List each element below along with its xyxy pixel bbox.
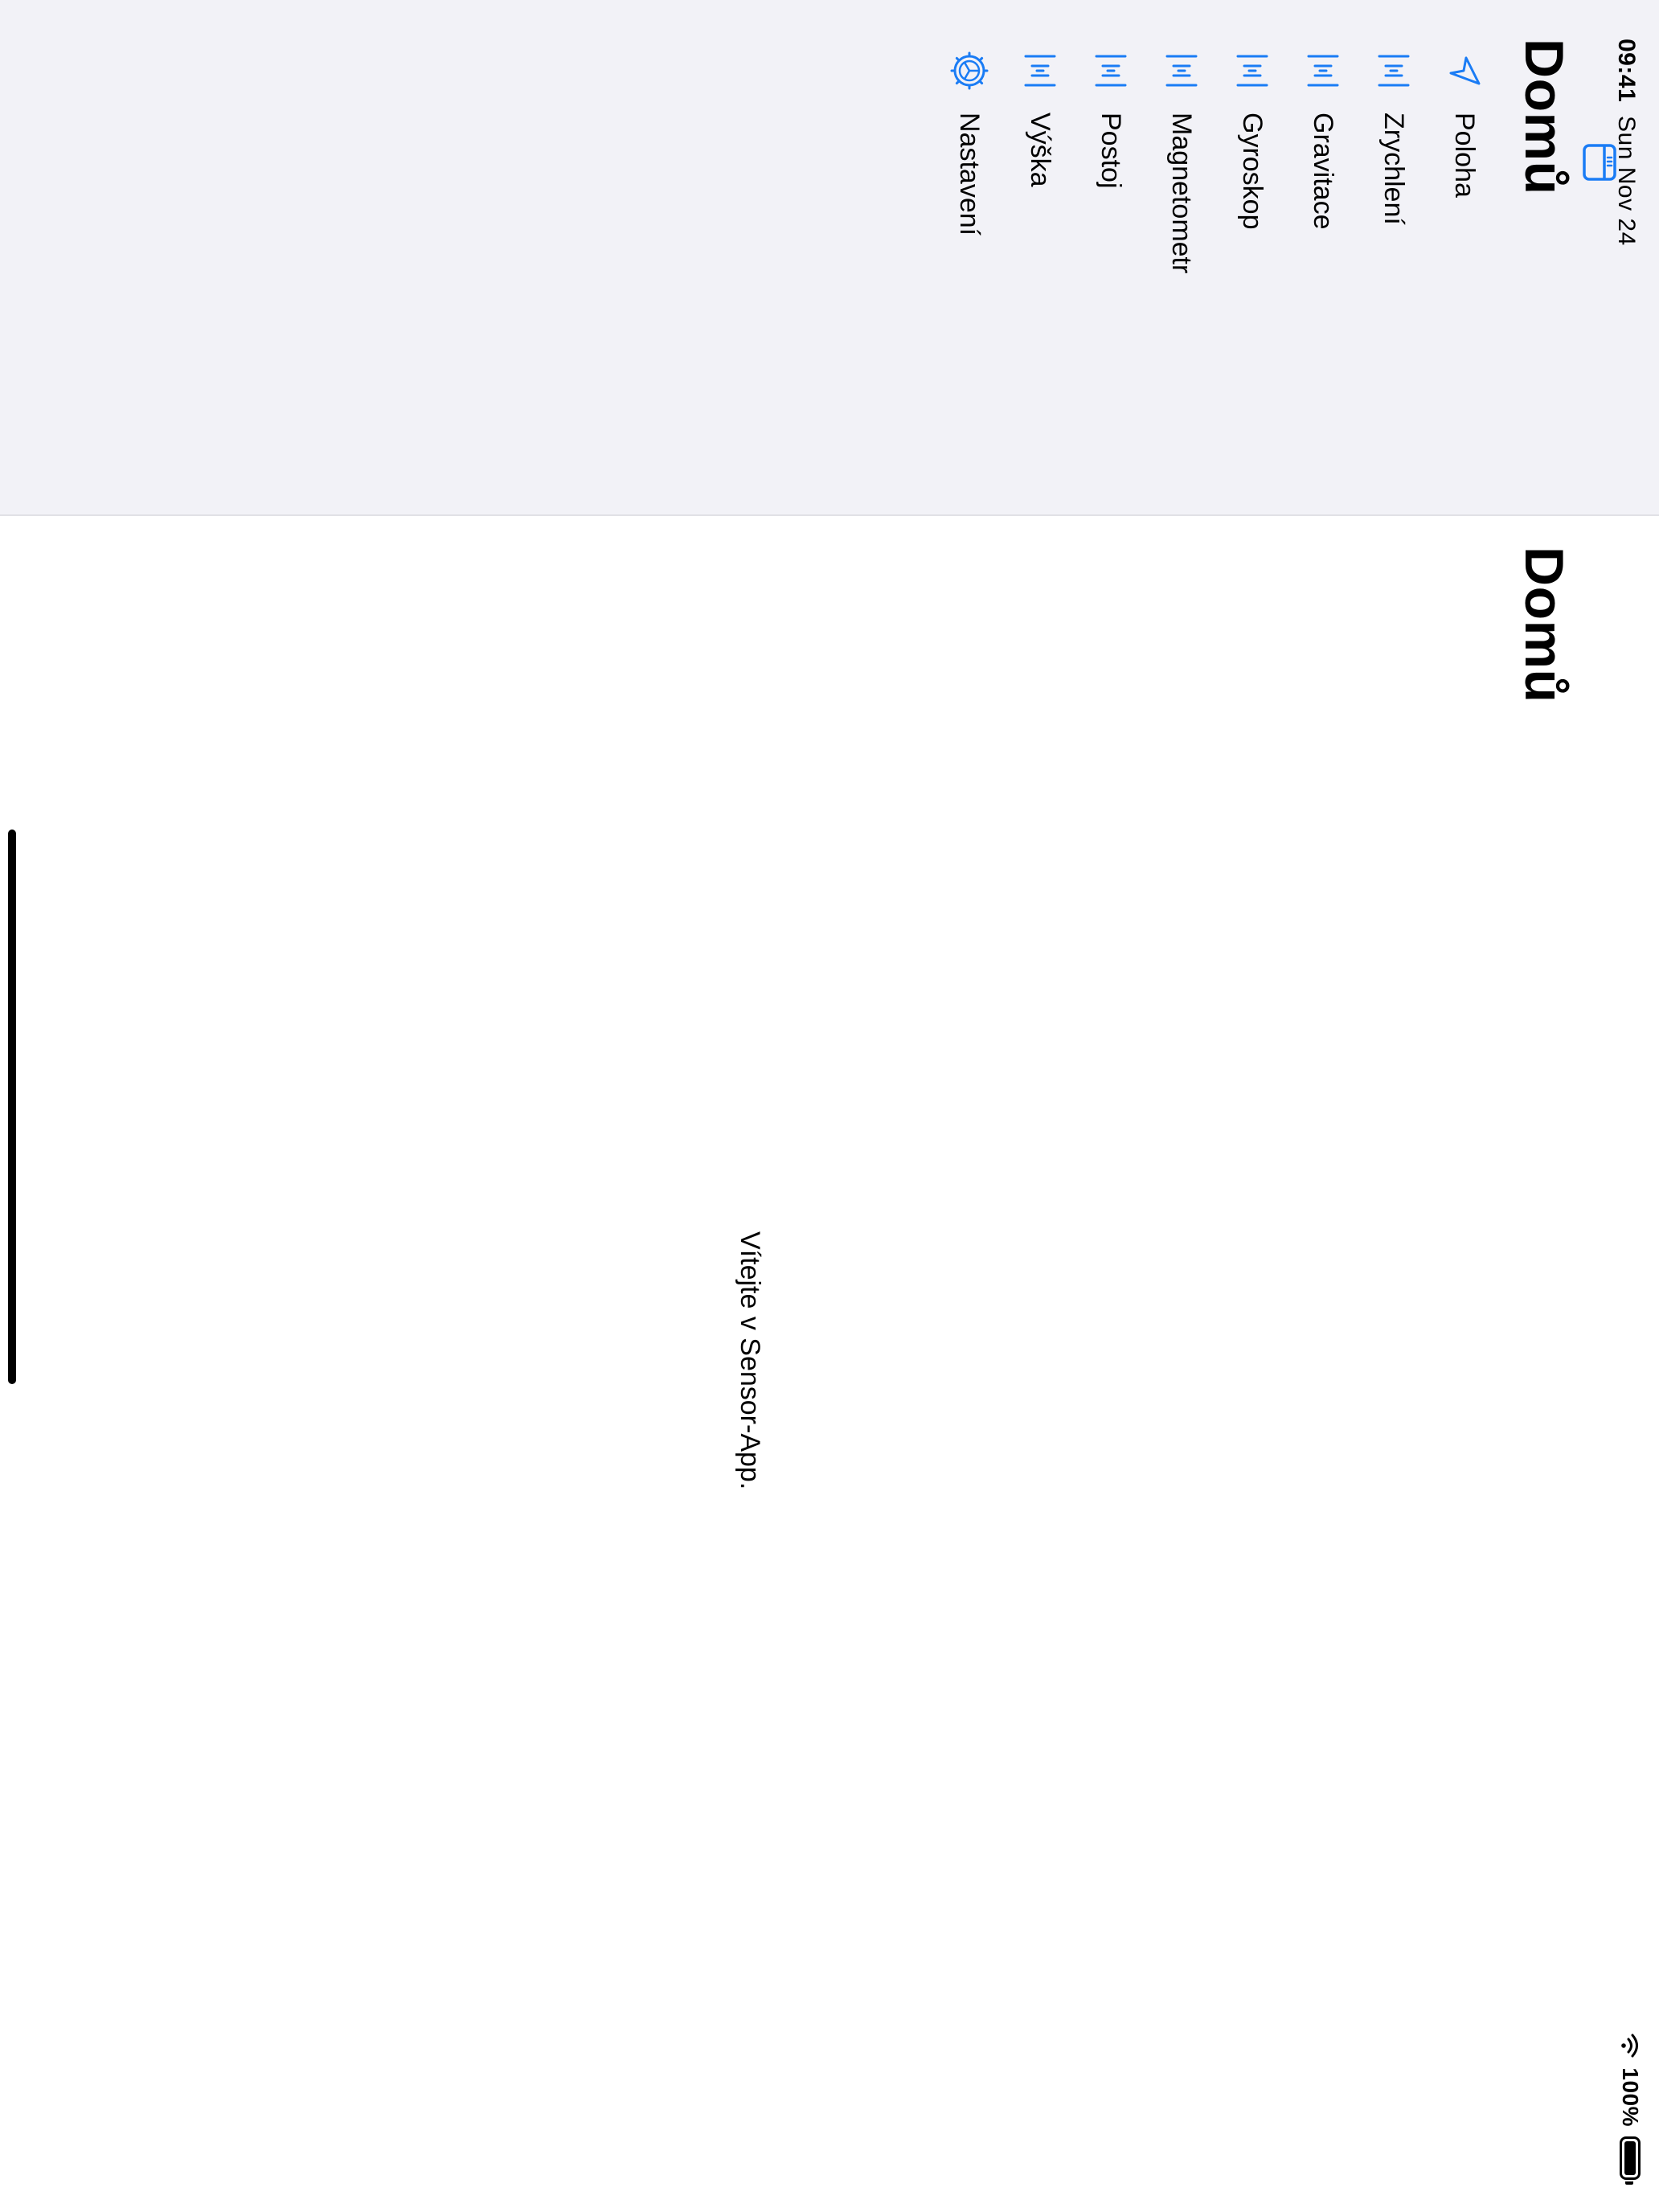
- gear-icon: [950, 51, 989, 90]
- wifi-icon: [1621, 2034, 1638, 2058]
- status-date: Sun Nov 24: [1613, 116, 1640, 246]
- sensor-icon: [1024, 55, 1056, 87]
- sidebar-item-label: Poloha: [1449, 113, 1481, 198]
- sidebar-item-magnetometr[interactable]: Magnetometr: [1146, 0, 1217, 514]
- status-indicators: 100%: [1617, 2034, 1643, 2185]
- sidebar-item-label: Zrychlení: [1378, 113, 1410, 225]
- sidebar-item-poloha[interactable]: Poloha: [1429, 0, 1500, 514]
- sidebar-item-gravitace[interactable]: Gravitace: [1288, 0, 1358, 514]
- app-window: Domů Poloha Zrychlení Gravitace Gyroskop…: [0, 0, 1659, 2212]
- sidebar-item-label: Výška: [1025, 113, 1056, 187]
- sensor-icon: [1236, 55, 1268, 87]
- sidebar-item-zrychleni[interactable]: Zrychlení: [1358, 0, 1429, 514]
- sidebar-item-label: Nastavení: [954, 113, 985, 236]
- sensor-icon: [1095, 55, 1127, 87]
- sidebar-item-nastaveni[interactable]: Nastavení: [934, 0, 1005, 514]
- sidebar-title: Domů: [1514, 39, 1575, 195]
- battery-fill: [1624, 2141, 1636, 2175]
- sidebar-item-label: Magnetometr: [1166, 113, 1198, 274]
- sidebar: Domů Poloha Zrychlení Gravitace Gyroskop…: [0, 0, 1659, 516]
- status-bar: 09:41 Sun Nov 24 100%: [1601, 0, 1659, 2212]
- sensor-icon: [1165, 55, 1198, 87]
- sidebar-item-vyska[interactable]: Výška: [1005, 0, 1075, 514]
- sensor-icon: [1378, 55, 1410, 87]
- welcome-message: Vítejte v Sensor-App.: [735, 1231, 765, 1490]
- sidebar-nav-list: Poloha Zrychlení Gravitace Gyroskop Magn…: [934, 0, 1500, 514]
- sidebar-item-label: Postoj: [1096, 113, 1127, 189]
- sensor-icon: [1307, 55, 1339, 87]
- sidebar-item-label: Gyroskop: [1237, 113, 1268, 230]
- sidebar-item-postoj[interactable]: Postoj: [1075, 0, 1146, 514]
- location-arrow-icon: [1449, 56, 1481, 85]
- status-time: 09:41: [1613, 39, 1640, 103]
- battery-percent: 100%: [1618, 2067, 1643, 2127]
- sidebar-item-gyroskop[interactable]: Gyroskop: [1217, 0, 1288, 514]
- battery-cap: [1625, 2181, 1633, 2185]
- battery-icon: [1620, 2136, 1641, 2185]
- page-title: Domů: [1514, 547, 1575, 703]
- sidebar-item-label: Gravitace: [1308, 113, 1339, 230]
- home-indicator[interactable]: [8, 830, 16, 1384]
